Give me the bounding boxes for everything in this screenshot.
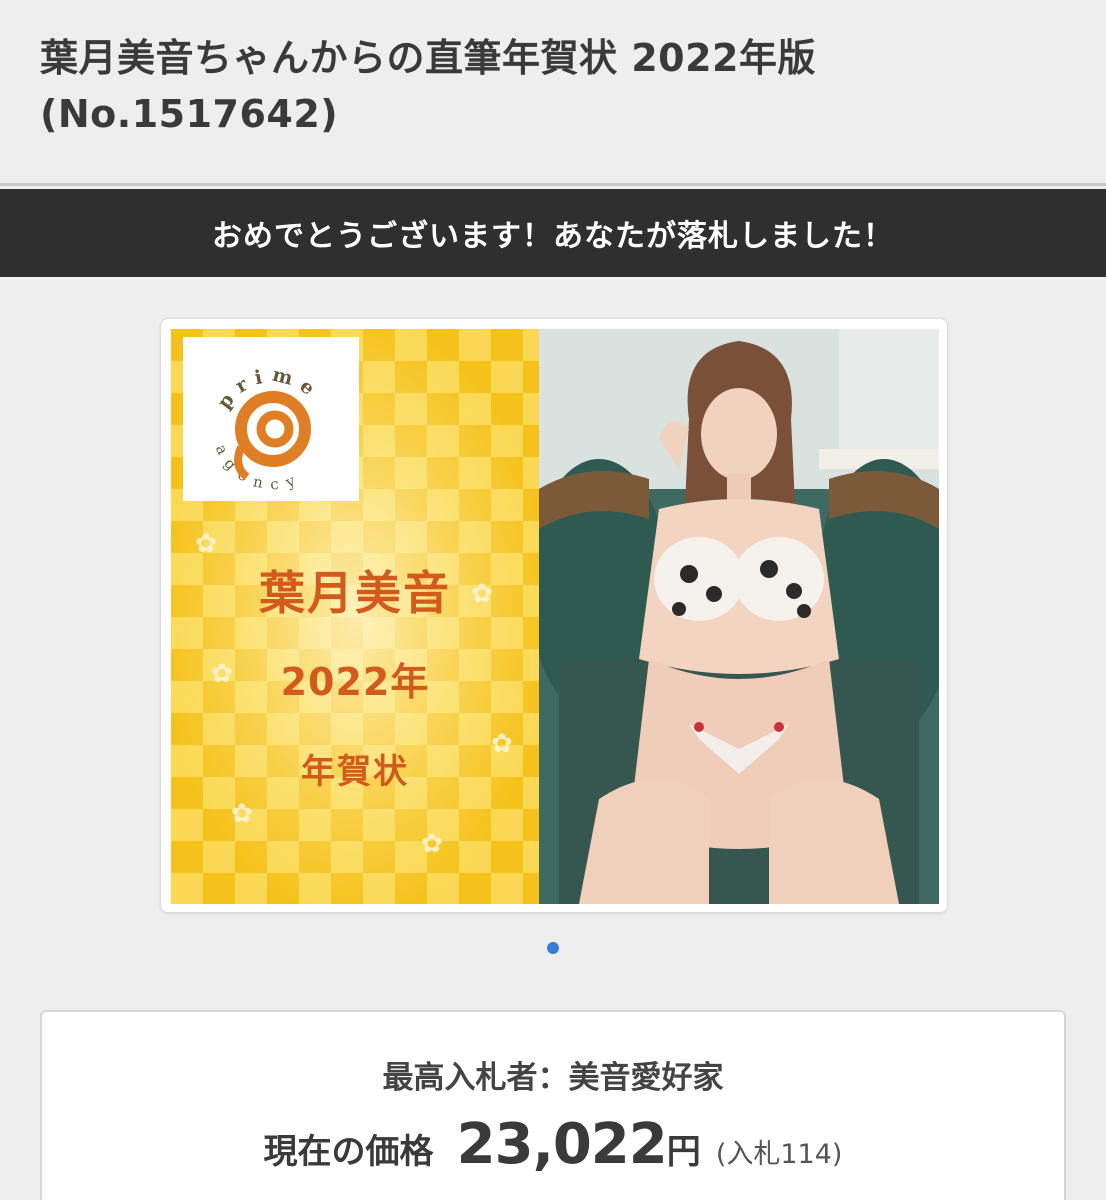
agency-logo-icon: prime agency	[212, 364, 325, 494]
logo-word-top: prime	[213, 364, 317, 414]
svg-text:prime: prime	[213, 364, 325, 414]
card-greeting: 年賀状	[301, 752, 409, 792]
winner-message: おめでとうございます！あなたが落札しました！	[212, 219, 894, 254]
agency-logo: prime agency	[183, 337, 359, 501]
highest-bidder-line: 最高入札者：美音愛好家	[42, 1052, 1064, 1097]
winner-banner: おめでとうございます！あなたが落札しました！	[0, 189, 1106, 277]
price-currency: 円	[666, 1132, 701, 1172]
item-title: 葉月美音ちゃんからの直筆年賀状 2022年版	[40, 36, 816, 80]
current-price-line: 現在の価格 23,022円 (入札114)	[42, 1112, 1064, 1177]
card-name: 葉月美音	[259, 566, 451, 620]
card-year: 2022年	[280, 660, 430, 704]
current-price-value: 23,022	[456, 1112, 668, 1177]
carousel-indicator	[0, 940, 1106, 956]
model-photo	[539, 329, 939, 904]
item-image-carousel[interactable]: ✿ ✿ ✿ ✿ ✿ ✿ prime agency 葉月美音 2022年 年賀状	[160, 318, 948, 913]
item-title-block: 葉月美音ちゃんからの直筆年賀状 2022年版 (No.1517642)	[0, 0, 1106, 183]
item-number: (No.1517642)	[40, 92, 339, 136]
bid-count[interactable]: (入札114)	[716, 1139, 843, 1170]
bid-info-card: 最高入札者：美音愛好家 現在の価格 23,022円 (入札114)	[40, 1010, 1066, 1200]
highest-bidder-label: 最高入札者：	[382, 1060, 569, 1096]
new-year-card-image[interactable]: ✿ ✿ ✿ ✿ ✿ ✿ prime agency 葉月美音 2022年 年賀状	[171, 329, 939, 904]
current-price-label: 現在の価格	[263, 1132, 434, 1172]
carousel-dot-active[interactable]	[547, 942, 559, 954]
flower-icon: ✿	[421, 829, 443, 859]
flower-icon: ✿	[195, 529, 217, 559]
title-divider	[0, 183, 1106, 186]
flower-icon: ✿	[231, 799, 253, 829]
model-photo-illustration	[539, 329, 939, 904]
highest-bidder-name[interactable]: 美音愛好家	[569, 1060, 724, 1096]
